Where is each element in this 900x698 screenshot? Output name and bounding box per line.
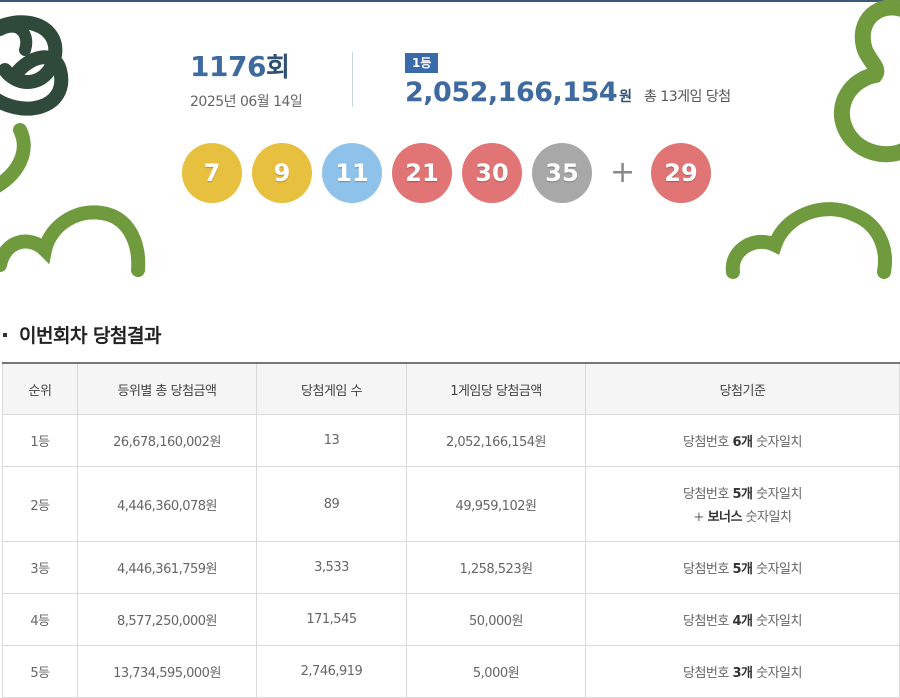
section-title: 이번회차 당첨결과 (0, 321, 161, 348)
bullet-icon (3, 332, 7, 337)
number-ball: 21 (392, 143, 452, 203)
cell-criteria: 당첨번호 5개 숫자일치 (585, 541, 900, 594)
header-divider (352, 52, 353, 107)
number-ball: 9 (252, 143, 312, 203)
cell-criteria: 당첨번호 3개 숫자일치 (585, 645, 900, 698)
prize-line: 2,052,166,154 원 총 13게임 당첨 (405, 77, 885, 108)
header-criteria: 당첨기준 (585, 362, 900, 415)
top-border-line (0, 0, 900, 2)
cell-rank: 1등 (2, 414, 78, 467)
cell-criteria: 당첨번호 5개 숫자일치 + 보너스 숫자일치 (585, 466, 900, 542)
table-row: 2등 4,446,360,078원 89 49,959,102원 당첨번호 5개… (2, 466, 900, 542)
criteria-bonus-line: + 보너스 숫자일치 (693, 510, 792, 525)
cell-winner-count: 13 (256, 414, 407, 467)
plus-icon: + (610, 155, 636, 190)
table-row: 4등 8,577,250,000원 171,545 50,000원 당첨번호 4… (2, 593, 900, 646)
table-row: 5등 13,734,595,000원 2,746,919 5,000원 당첨번호… (2, 645, 900, 698)
cell-winner-count: 3,533 (256, 541, 407, 594)
round-info: 1176회 2025년 06월 14일 (190, 50, 340, 111)
cell-rank: 4등 (2, 593, 78, 646)
cell-winner-count: 2,746,919 (256, 645, 407, 698)
header-prize-per-game: 1게임당 당첨금액 (406, 362, 586, 415)
cell-total-prize: 8,577,250,000원 (77, 593, 257, 646)
header-rank: 순위 (2, 362, 78, 415)
cell-prize-per-game: 1,258,523원 (406, 541, 586, 594)
right-cloud-decoration (725, 202, 892, 279)
left-swirl-decoration (0, 15, 69, 116)
cell-rank: 5등 (2, 645, 78, 698)
left-green-arc (0, 123, 31, 193)
table-header-row: 순위 등위별 총 당첨금액 당첨게임 수 1게임당 당첨금액 당첨기준 (2, 362, 900, 415)
number-ball: 30 (462, 143, 522, 203)
prize-unit: 원 (619, 89, 633, 105)
first-prize-info: 1등 2,052,166,154 원 총 13게임 당첨 (405, 52, 885, 108)
cell-total-prize: 4,446,360,078원 (77, 466, 257, 542)
cell-prize-per-game: 2,052,166,154원 (406, 414, 586, 467)
left-cloud-decoration (0, 205, 146, 277)
rank-badge: 1등 (405, 53, 439, 73)
round-number-value: 1176 (190, 50, 266, 83)
cell-rank: 2등 (2, 466, 78, 542)
cell-total-prize: 26,678,160,002원 (77, 414, 257, 467)
cell-criteria: 당첨번호 6개 숫자일치 (585, 414, 900, 467)
cell-prize-per-game: 5,000원 (406, 645, 586, 698)
number-ball: 7 (182, 143, 242, 203)
cell-winner-count: 89 (256, 466, 407, 542)
cell-criteria: 당첨번호 4개 숫자일치 (585, 593, 900, 646)
cell-total-prize: 4,446,361,759원 (77, 541, 257, 594)
table-row: 3등 4,446,361,759원 3,533 1,258,523원 당첨번호 … (2, 541, 900, 594)
winner-count-note: 총 13게임 당첨 (644, 89, 731, 105)
cell-rank: 3등 (2, 541, 78, 594)
table-row: 1등 26,678,160,002원 13 2,052,166,154원 당첨번… (2, 414, 900, 467)
header-winner-count: 당첨게임 수 (256, 362, 407, 415)
decorative-background-shapes (0, 0, 900, 279)
section-title-text: 이번회차 당첨결과 (19, 325, 161, 347)
round-unit: 회 (265, 53, 290, 83)
number-ball: 11 (322, 143, 382, 203)
cell-total-prize: 13,734,595,000원 (77, 645, 257, 698)
round-number: 1176회 (190, 50, 340, 85)
bonus-number-ball: 29 (651, 143, 711, 203)
header-total-prize: 등위별 총 당첨금액 (77, 362, 257, 415)
cell-prize-per-game: 49,959,102원 (406, 466, 586, 542)
results-table: 순위 등위별 총 당첨금액 당첨게임 수 1게임당 당첨금액 당첨기준 1등 2… (2, 362, 900, 698)
cell-prize-per-game: 50,000원 (406, 593, 586, 646)
number-ball: 35 (532, 143, 592, 203)
first-prize-amount: 2,052,166,154 (405, 77, 618, 108)
draw-date: 2025년 06월 14일 (190, 94, 303, 110)
cell-winner-count: 171,545 (256, 593, 407, 646)
